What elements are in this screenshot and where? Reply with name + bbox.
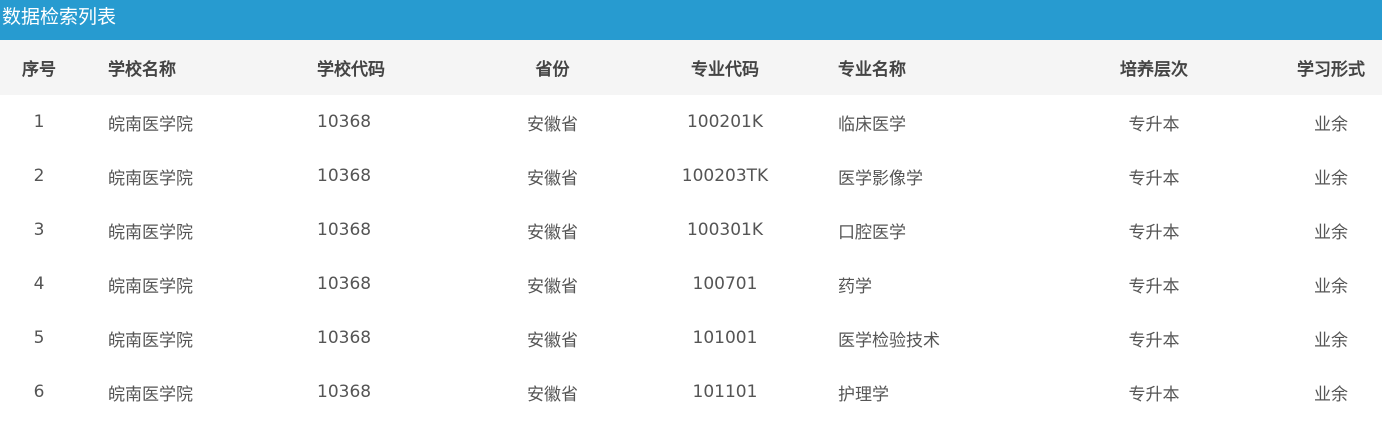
cell-major-name: 药学 — [838, 276, 872, 297]
cell-index: 2 — [33, 166, 45, 186]
table-header-row: 序号 学校名称 学校代码 省份 专业代码 专业名称 培养层次 学习形式 — [0, 40, 1382, 95]
cell-study-form: 业余 — [1314, 222, 1348, 243]
cell-major-code: 100301K — [686, 220, 764, 240]
cell-major-code: 100701 — [692, 274, 758, 294]
table-row: 1 皖南医学院 10368 安徽省 100201K 临床医学 专升本 业余 — [0, 95, 1382, 149]
column-header-index: 序号 — [22, 60, 56, 80]
cell-major-name: 口腔医学 — [838, 222, 906, 243]
cell-study-form: 业余 — [1314, 168, 1348, 189]
cell-study-form: 业余 — [1314, 114, 1348, 135]
cell-major-code: 100201K — [686, 112, 764, 132]
cell-province: 安徽省 — [527, 276, 578, 297]
cell-major-name: 临床医学 — [838, 114, 906, 135]
table-row: 2 皖南医学院 10368 安徽省 100203TK 医学影像学 专升本 业余 — [0, 149, 1382, 203]
table-row: 4 皖南医学院 10368 安徽省 100701 药学 专升本 业余 — [0, 257, 1382, 311]
column-header-school-name: 学校名称 — [108, 60, 176, 80]
cell-major-name: 医学检验技术 — [838, 330, 940, 351]
page-title: 数据检索列表 — [0, 0, 1382, 40]
cell-school-name: 皖南医学院 — [108, 168, 193, 189]
cell-study-form: 业余 — [1314, 384, 1348, 405]
cell-study-form: 业余 — [1314, 276, 1348, 297]
cell-province: 安徽省 — [527, 384, 578, 405]
cell-index: 1 — [33, 112, 45, 132]
cell-level: 专升本 — [1128, 168, 1180, 189]
table-row: 3 皖南医学院 10368 安徽省 100301K 口腔医学 专升本 业余 — [0, 203, 1382, 257]
column-header-study-form: 学习形式 — [1297, 60, 1365, 80]
cell-province: 安徽省 — [527, 168, 578, 189]
cell-major-code: 101101 — [692, 382, 758, 402]
column-header-major-name: 专业名称 — [838, 60, 906, 80]
cell-index: 3 — [33, 220, 45, 240]
cell-major-code: 101001 — [692, 328, 758, 348]
cell-major-name: 医学影像学 — [838, 168, 923, 189]
table-row: 6 皖南医学院 10368 安徽省 101101 护理学 专升本 业余 — [0, 365, 1382, 419]
cell-school-name: 皖南医学院 — [108, 222, 193, 243]
cell-major-code: 100203TK — [681, 166, 769, 186]
cell-school-name: 皖南医学院 — [108, 384, 193, 405]
cell-level: 专升本 — [1128, 114, 1180, 135]
cell-level: 专升本 — [1128, 330, 1180, 351]
cell-level: 专升本 — [1128, 222, 1180, 243]
cell-school-name: 皖南医学院 — [108, 330, 193, 351]
cell-index: 4 — [33, 274, 45, 294]
cell-school-name: 皖南医学院 — [108, 276, 193, 297]
cell-index: 5 — [33, 328, 45, 348]
cell-level: 专升本 — [1128, 276, 1180, 297]
cell-level: 专升本 — [1128, 384, 1180, 405]
cell-major-name: 护理学 — [838, 384, 889, 405]
table-row: 5 皖南医学院 10368 安徽省 101001 医学检验技术 专升本 业余 — [0, 311, 1382, 365]
cell-index: 6 — [33, 382, 45, 402]
cell-province: 安徽省 — [527, 330, 578, 351]
column-header-level: 培养层次 — [1120, 60, 1188, 80]
cell-school-name: 皖南医学院 — [108, 114, 193, 135]
cell-province: 安徽省 — [527, 114, 578, 135]
column-header-province: 省份 — [535, 60, 570, 80]
cell-study-form: 业余 — [1314, 330, 1348, 351]
column-header-major-code: 专业代码 — [691, 60, 759, 80]
cell-province: 安徽省 — [527, 222, 578, 243]
